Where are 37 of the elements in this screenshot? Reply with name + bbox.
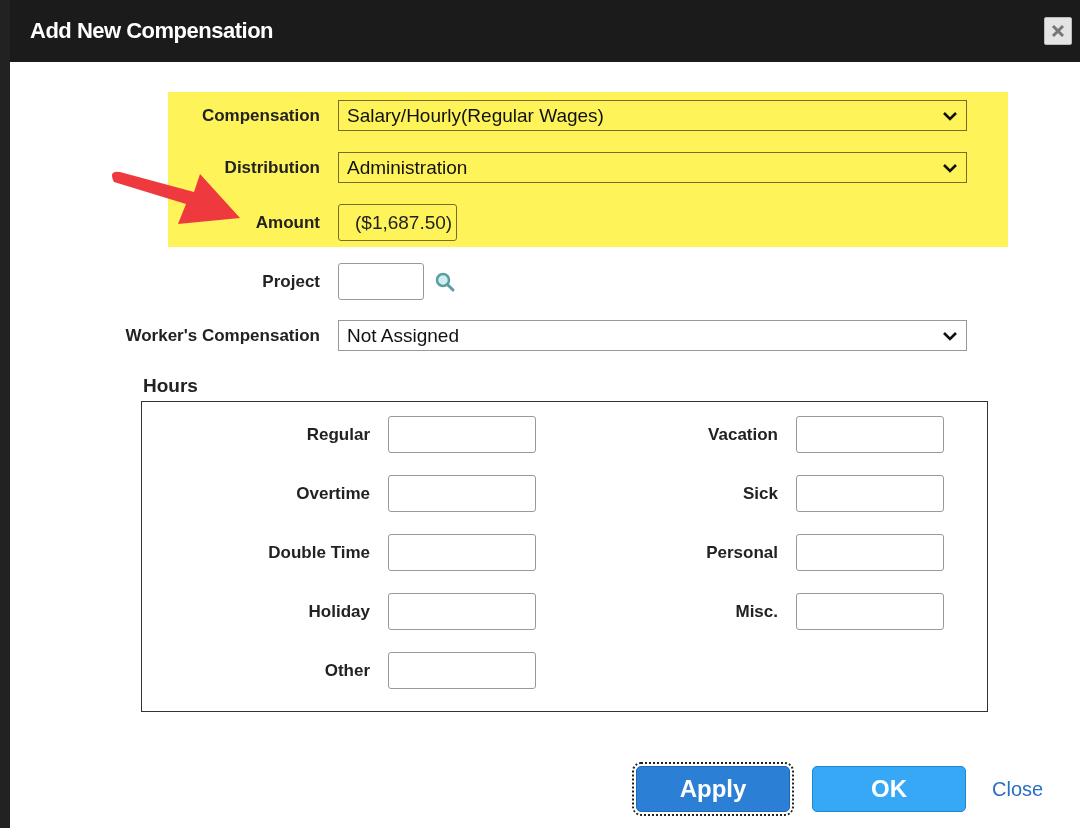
input-field[interactable] bbox=[388, 652, 536, 689]
input-field[interactable] bbox=[388, 593, 536, 630]
input-field[interactable] bbox=[796, 593, 944, 630]
input-field[interactable] bbox=[388, 475, 536, 512]
search-icon[interactable] bbox=[434, 270, 456, 293]
amount-field: ($1,687.50) bbox=[338, 204, 458, 241]
close-button[interactable] bbox=[1044, 17, 1072, 45]
window-title: Add New Compensation bbox=[30, 18, 273, 44]
input-field[interactable] bbox=[796, 534, 944, 571]
field-label: Holiday bbox=[307, 601, 370, 622]
field-label: Double Time bbox=[267, 542, 370, 563]
dropdown[interactable]: Administration bbox=[338, 152, 967, 183]
field-label: Personal bbox=[705, 542, 778, 563]
field-label: Distribution bbox=[223, 157, 320, 178]
field-label: Worker's Compensation bbox=[124, 325, 320, 346]
field-label: Vacation bbox=[707, 424, 778, 445]
field-label: Sick bbox=[742, 483, 778, 504]
dropdown[interactable]: Not Assigned bbox=[338, 320, 967, 351]
input-field[interactable] bbox=[796, 416, 944, 453]
input-field[interactable] bbox=[388, 534, 536, 571]
field-label: Regular bbox=[305, 424, 370, 445]
caret-icon bbox=[942, 162, 958, 173]
field-label: Compensation bbox=[200, 105, 320, 126]
field-label: Misc. bbox=[734, 601, 778, 622]
close-icon bbox=[1051, 24, 1065, 38]
section-title: Hours bbox=[143, 375, 199, 397]
field-label: Project bbox=[261, 271, 320, 292]
field-label: Other bbox=[323, 660, 370, 681]
caret-icon bbox=[942, 110, 958, 121]
field-label: Amount bbox=[254, 212, 320, 233]
dropdown[interactable]: Salary/Hourly(Regular Wages) bbox=[338, 100, 967, 131]
input-field[interactable] bbox=[796, 475, 944, 512]
input-field[interactable] bbox=[388, 416, 536, 453]
input-field[interactable] bbox=[338, 263, 424, 300]
close-link[interactable]: Close bbox=[992, 777, 1044, 801]
field-label: Overtime bbox=[295, 483, 370, 504]
caret-icon bbox=[942, 330, 958, 341]
